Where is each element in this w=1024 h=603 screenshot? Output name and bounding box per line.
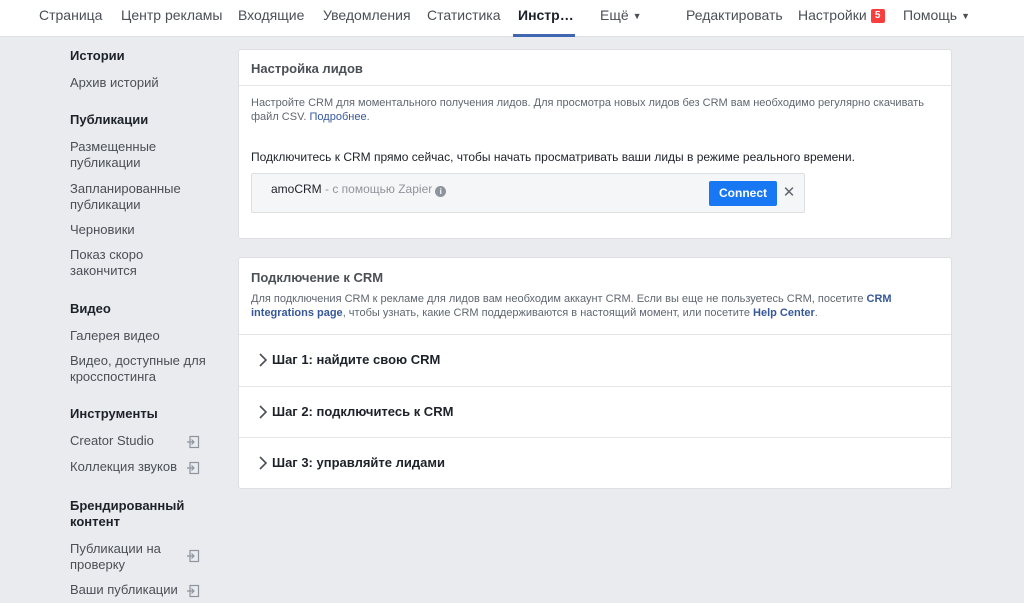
edit-page-link[interactable]: Редактировать bbox=[686, 0, 783, 37]
help-menu[interactable]: Помощь ▼ bbox=[903, 0, 970, 37]
settings-badge: 5 bbox=[870, 9, 885, 23]
sidebar-section-stories: Истории bbox=[70, 48, 125, 63]
crm-connect-intro: Подключитесь к CRM прямо сейчас, чтобы н… bbox=[251, 150, 855, 164]
sidebar-item-video-library[interactable]: Галерея видео bbox=[70, 328, 210, 344]
tab-notifications[interactable]: Уведомления bbox=[323, 0, 411, 37]
help-label: Помощь bbox=[903, 7, 958, 23]
sidebar-item-expiring-posts[interactable]: Показ скоро закончится bbox=[70, 247, 210, 279]
sidebar-item-published-posts[interactable]: Размещенные публикации bbox=[70, 139, 210, 171]
external-link-icon bbox=[187, 584, 200, 598]
tab-tools[interactable]: Инстр… bbox=[513, 0, 575, 37]
tab-ad-center[interactable]: Центр рекламы bbox=[121, 0, 222, 37]
chevron-right-icon bbox=[259, 456, 268, 470]
crm-desc-part2: , чтобы узнать, какие CRM поддерживаются… bbox=[342, 307, 750, 319]
settings-label: Настройки bbox=[798, 7, 867, 23]
crm-desc-part3: . bbox=[814, 307, 818, 319]
close-icon[interactable]: ✕ bbox=[781, 184, 797, 202]
sidebar-item-scheduled-posts[interactable]: Запланированные публикации bbox=[70, 181, 210, 213]
external-link-icon bbox=[187, 461, 200, 475]
settings-link[interactable]: Настройки 5 bbox=[798, 0, 885, 37]
tab-inbox[interactable]: Входящие bbox=[238, 0, 304, 37]
crm-connection-description: Для подключения CRM к рекламе для лидов … bbox=[251, 292, 951, 320]
help-center-link[interactable]: Help Center bbox=[753, 307, 815, 319]
divider bbox=[239, 85, 951, 86]
leads-setup-description: Настройте CRM для моментального получени… bbox=[251, 97, 924, 123]
caret-down-icon: ▼ bbox=[632, 11, 642, 21]
step-1-row[interactable]: Шаг 1: найдите свою CRM bbox=[239, 335, 951, 386]
step-3-label: Шаг 3: управляйте лидами bbox=[272, 455, 445, 470]
crm-suggestion-label: amoCRM - с помощью Zapier i bbox=[271, 182, 447, 197]
sidebar-item-drafts[interactable]: Черновики bbox=[70, 222, 210, 238]
leads-setup-title: Настройка лидов bbox=[251, 61, 363, 76]
tab-more-label: Ещё bbox=[600, 7, 629, 23]
step-1-label: Шаг 1: найдите свою CRM bbox=[272, 352, 441, 367]
tab-more[interactable]: Ещё ▼ bbox=[600, 0, 642, 37]
top-navigation: Страница Центр рекламы Входящие Уведомле… bbox=[0, 0, 1024, 37]
chevron-right-icon bbox=[259, 405, 268, 419]
learn-more-link[interactable]: Подробнее bbox=[310, 111, 367, 123]
sidebar-section-video: Видео bbox=[70, 301, 111, 316]
external-link-icon bbox=[187, 435, 200, 449]
chevron-right-icon bbox=[259, 353, 268, 367]
tab-insights[interactable]: Статистика bbox=[427, 0, 501, 37]
leads-setup-card: Настройка лидов Настройте CRM для момент… bbox=[238, 49, 952, 239]
crm-connection-title: Подключение к CRM bbox=[251, 270, 384, 285]
connect-button[interactable]: Connect bbox=[709, 181, 777, 206]
crm-via-text: - с помощью Zapier bbox=[321, 182, 433, 196]
crm-desc-part1: Для подключения CRM к рекламе для лидов … bbox=[251, 293, 864, 305]
crm-name: amoCRM bbox=[271, 182, 322, 196]
caret-down-icon: ▼ bbox=[961, 11, 970, 21]
sidebar-section-posts: Публикации bbox=[70, 112, 149, 127]
step-2-row[interactable]: Шаг 2: подключитесь к CRM bbox=[239, 387, 951, 438]
sidebar-item-crossposting-videos[interactable]: Видео, доступные для кросспостинга bbox=[70, 353, 210, 385]
sidebar-section-branded-content: Брендированный контент bbox=[70, 498, 185, 529]
step-3-row[interactable]: Шаг 3: управляйте лидами bbox=[239, 438, 951, 489]
crm-suggestion-row: amoCRM - с помощью Zapier i Connect ✕ bbox=[251, 173, 805, 213]
info-icon[interactable]: i bbox=[435, 186, 447, 197]
step-2-label: Шаг 2: подключитесь к CRM bbox=[272, 404, 454, 419]
external-link-icon bbox=[187, 549, 200, 563]
sidebar-section-tools: Инструменты bbox=[70, 406, 158, 421]
crm-connection-card: Подключение к CRM Для подключения CRM к … bbox=[238, 257, 952, 489]
sidebar-item-stories-archive[interactable]: Архив историй bbox=[70, 75, 210, 91]
tab-page[interactable]: Страница bbox=[39, 0, 102, 37]
